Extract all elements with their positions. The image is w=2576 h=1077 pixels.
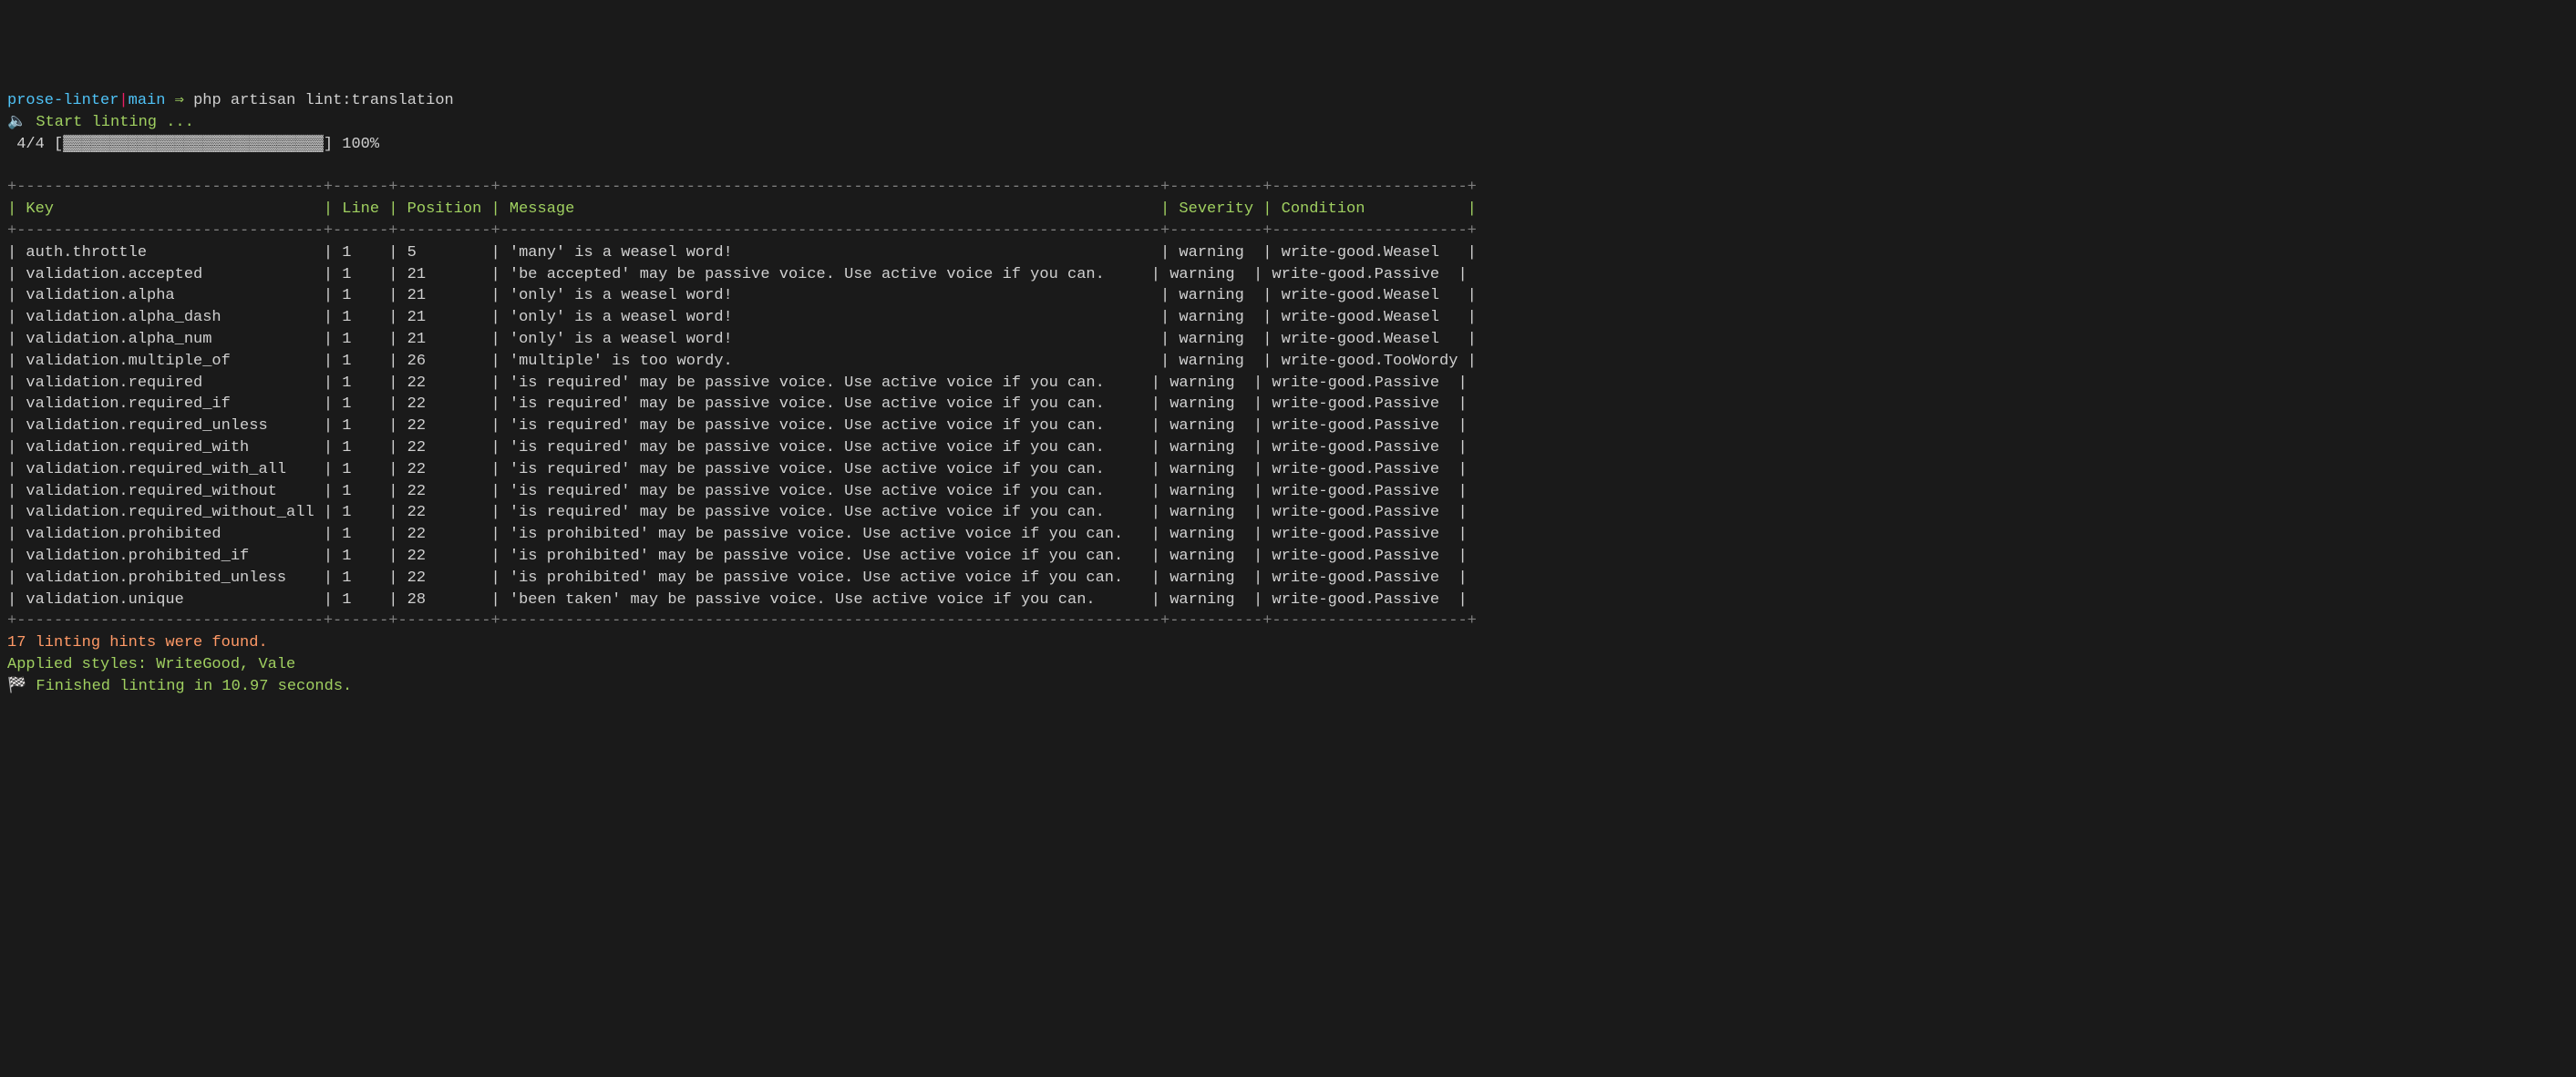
start-line: 🔈 Start linting ... (7, 114, 194, 131)
table-bottom-border: +---------------------------------+-----… (7, 612, 1477, 630)
table-row: | validation.prohibited | 1 | 22 | 'is p… (7, 526, 1468, 543)
applied-styles: Applied styles: WriteGood, Vale (7, 656, 295, 673)
table-row: | validation.required_with | 1 | 22 | 'i… (7, 439, 1468, 456)
table-row: | validation.accepted | 1 | 21 | 'be acc… (7, 266, 1468, 283)
table-mid-border: +---------------------------------+-----… (7, 222, 1477, 240)
progress-close: ] (324, 136, 333, 153)
prompt-line: prose-linter|main ⇒ php artisan lint:tra… (7, 92, 454, 109)
table-row: | auth.throttle | 1 | 5 | 'many' is a we… (7, 244, 1477, 262)
progress-bar-fill: ▓▓▓▓▓▓▓▓▓▓▓▓▓▓▓▓▓▓▓▓▓▓▓▓▓▓▓▓ (63, 136, 324, 153)
progress-line: 4/4 [▓▓▓▓▓▓▓▓▓▓▓▓▓▓▓▓▓▓▓▓▓▓▓▓▓▓▓▓] 100% (7, 136, 379, 153)
table-row: | validation.alpha_dash | 1 | 21 | 'only… (7, 309, 1477, 326)
prompt-pipe: | (118, 92, 128, 109)
finished-line: 🏁 Finished linting in 10.97 seconds. (7, 678, 352, 695)
table-row: | validation.unique | 1 | 28 | 'been tak… (7, 591, 1468, 609)
hints-found: 17 linting hints were found. (7, 634, 268, 651)
progress-percent: 100% (333, 136, 379, 153)
table-row: | validation.required | 1 | 22 | 'is req… (7, 374, 1468, 392)
table-row: | validation.required_without_all | 1 | … (7, 504, 1468, 521)
table-header-row: | Key | Line | Position | Message | Seve… (7, 200, 1477, 218)
table-row: | validation.prohibited_if | 1 | 22 | 'i… (7, 548, 1468, 565)
table-row: | validation.required_unless | 1 | 22 | … (7, 417, 1468, 435)
start-text: Start linting ... (26, 114, 194, 131)
speaker-icon: 🔈 (7, 114, 26, 131)
prompt-dir: prose-linter (7, 92, 118, 109)
checkered-flag-icon: 🏁 (7, 678, 26, 695)
prompt-arrow: ⇒ (165, 92, 193, 109)
table-row: | validation.prohibited_unless | 1 | 22 … (7, 569, 1468, 587)
progress-open: [ (54, 136, 63, 153)
prompt-branch: main (129, 92, 166, 109)
table-top-border: +---------------------------------+-----… (7, 179, 1477, 196)
table-row: | validation.required_without | 1 | 22 |… (7, 483, 1468, 500)
finished-text: Finished linting in 10.97 seconds. (26, 678, 352, 695)
table-row: | validation.alpha_num | 1 | 21 | 'only'… (7, 331, 1477, 348)
table-body: | auth.throttle | 1 | 5 | 'many' is a we… (7, 242, 2569, 611)
table-row: | validation.alpha | 1 | 21 | 'only' is … (7, 287, 1477, 304)
table-row: | validation.multiple_of | 1 | 26 | 'mul… (7, 353, 1477, 370)
progress-count: 4/4 (7, 136, 54, 153)
command-text: php artisan lint:translation (193, 92, 454, 109)
table-row: | validation.required_if | 1 | 22 | 'is … (7, 395, 1468, 413)
table-row: | validation.required_with_all | 1 | 22 … (7, 461, 1468, 478)
terminal-output: prose-linter|main ⇒ php artisan lint:tra… (7, 90, 2569, 697)
